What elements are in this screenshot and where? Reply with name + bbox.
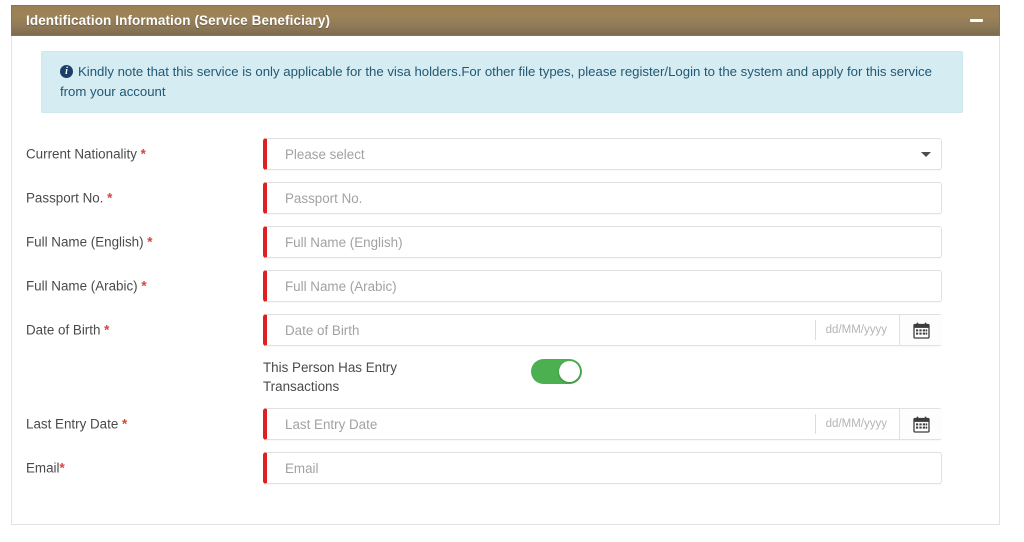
minimize-icon[interactable] — [968, 12, 985, 29]
required-asterisk: * — [141, 278, 147, 294]
passport-no-placeholder: Passport No. — [285, 190, 363, 206]
chevron-down-icon[interactable] — [911, 151, 941, 157]
required-asterisk: * — [107, 190, 113, 206]
required-asterisk: * — [59, 460, 65, 476]
info-icon: i — [60, 65, 73, 79]
full-name-arabic-field[interactable]: Full Name (Arabic) — [263, 270, 942, 302]
label-current-nationality: Current Nationality * — [26, 146, 146, 162]
toggle-knob — [559, 361, 580, 382]
info-alert-text: Kindly note that this service is only ap… — [60, 64, 932, 99]
row-passport-no: Passport No. * Passport No. — [0, 176, 1024, 220]
date-of-birth-format-hint: dd/MM/yyyy — [825, 324, 887, 336]
required-asterisk: * — [147, 234, 153, 250]
label-full-name-english: Full Name (English) * — [26, 234, 153, 250]
label-email: Email* — [26, 460, 65, 476]
label-full-name-arabic: Full Name (Arabic) * — [26, 278, 147, 294]
label-last-entry-date: Last Entry Date * — [26, 416, 128, 432]
last-entry-date-field[interactable]: Last Entry Date dd/MM/yyyy — [263, 408, 942, 440]
identification-form: Current Nationality * Please select Pass… — [0, 132, 1024, 490]
current-nationality-value: Please select — [285, 146, 365, 162]
row-last-entry-date: Last Entry Date * Last Entry Date dd/MM/… — [0, 402, 1024, 446]
last-entry-date-format-hint: dd/MM/yyyy — [825, 418, 887, 430]
row-entry-transactions: This Person Has Entry Transactions — [0, 352, 1024, 402]
full-name-english-placeholder: Full Name (English) — [285, 234, 403, 250]
passport-no-field[interactable]: Passport No. — [263, 182, 942, 214]
required-asterisk: * — [104, 322, 110, 338]
info-alert: i Kindly note that this service is only a… — [41, 51, 963, 113]
page-title: Identification Information (Service Bene… — [26, 13, 331, 28]
full-name-english-field[interactable]: Full Name (English) — [263, 226, 942, 258]
form-page: Identification Information (Service Bene… — [0, 0, 1024, 542]
row-current-nationality: Current Nationality * Please select — [0, 132, 1024, 176]
label-passport-no: Passport No. * — [26, 190, 113, 206]
email-field[interactable]: Email — [263, 452, 942, 484]
entry-transactions-toggle[interactable] — [531, 359, 582, 384]
date-of-birth-field[interactable]: Date of Birth dd/MM/yyyy — [263, 314, 942, 346]
panel-header: Identification Information (Service Bene… — [11, 5, 1000, 36]
date-of-birth-placeholder: Date of Birth — [285, 322, 360, 338]
required-asterisk: * — [140, 146, 146, 162]
row-date-of-birth: Date of Birth * Date of Birth dd/MM/yyyy — [0, 308, 1024, 352]
required-asterisk: * — [122, 416, 128, 432]
calendar-icon[interactable] — [899, 409, 942, 439]
last-entry-date-placeholder: Last Entry Date — [285, 416, 378, 432]
current-nationality-select[interactable]: Please select — [263, 138, 942, 170]
row-full-name-arabic: Full Name (Arabic) * Full Name (Arabic) — [0, 264, 1024, 308]
email-placeholder: Email — [285, 460, 319, 476]
label-entry-transactions: This Person Has Entry Transactions — [263, 360, 397, 394]
row-full-name-english: Full Name (English) * Full Name (English… — [0, 220, 1024, 264]
minimize-bar — [970, 19, 983, 22]
label-date-of-birth: Date of Birth * — [26, 322, 110, 338]
calendar-icon[interactable] — [899, 315, 942, 345]
row-email: Email* Email — [0, 446, 1024, 490]
full-name-arabic-placeholder: Full Name (Arabic) — [285, 278, 397, 294]
